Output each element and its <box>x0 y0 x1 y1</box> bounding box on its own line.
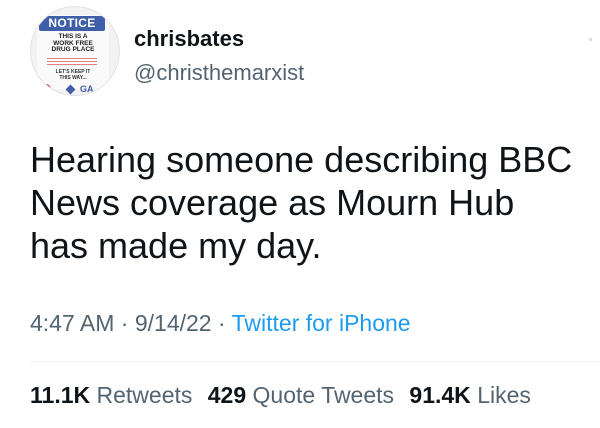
sign-keep-line: THIS WAY... <box>59 74 87 81</box>
quote-tweets-stat[interactable]: 429 Quote Tweets <box>208 382 394 408</box>
likes-count: 91.4K <box>409 382 471 408</box>
tweet-meta: 4:47 AM · 9/14/22 · Twitter for iPhone <box>30 310 411 337</box>
tweet-time[interactable]: 4:47 AM <box>30 310 114 336</box>
quote-tweets-label: Quote Tweets <box>252 382 395 408</box>
tweet-date[interactable]: 9/14/22 <box>135 310 212 336</box>
avatar[interactable]: NOTICE THIS IS A WORK FREE DRUG PLACE LE… <box>30 6 120 96</box>
sign-line: DRUG PLACE <box>51 46 95 53</box>
no-drugs-logo-icon <box>40 84 51 95</box>
meta-separator: · <box>211 310 232 336</box>
tweet-stats: 11.1K Retweets 429 Quote Tweets 91.4K Li… <box>30 382 540 409</box>
quote-tweets-count: 429 <box>207 382 247 408</box>
retweets-count: 11.1K <box>30 382 91 408</box>
tweet-source-link[interactable]: Twitter for iPhone <box>232 310 411 336</box>
likes-label: Likes <box>477 382 531 408</box>
likes-stat[interactable]: 91.4K Likes <box>409 382 530 408</box>
divider <box>30 361 600 362</box>
diamond-logo-icon <box>65 84 76 95</box>
sign-fine-print <box>47 58 97 67</box>
tweet-text: Hearing someone describing BBC News cove… <box>30 139 573 266</box>
retweets-stat[interactable]: 11.1K Retweets <box>30 382 192 408</box>
retweets-label: Retweets <box>96 382 193 408</box>
meta-separator: · <box>114 310 135 336</box>
display-name[interactable]: chrisbates <box>134 26 244 52</box>
user-handle[interactable]: @christhemarxist <box>134 60 304 86</box>
sign-keep: LET'S KEEP IT THIS WAY... <box>51 69 95 81</box>
sign-title: NOTICE <box>39 16 105 31</box>
sign-logo-text: GA <box>80 84 94 94</box>
more-options-icon[interactable] <box>589 38 592 41</box>
notice-sign-avatar-icon: NOTICE THIS IS A WORK FREE DRUG PLACE LE… <box>37 15 109 95</box>
sign-body: THIS IS A WORK FREE DRUG PLACE <box>45 33 101 54</box>
